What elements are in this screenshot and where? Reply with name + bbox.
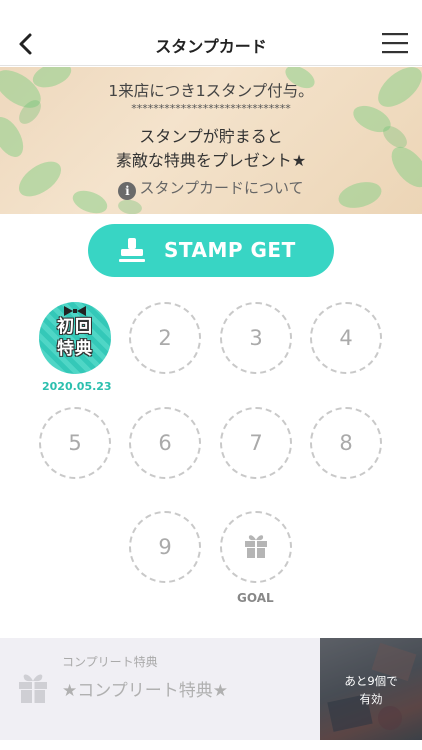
stamp-slot-goal — [220, 511, 292, 583]
first-bonus-line2: 特典 — [57, 339, 93, 359]
stamp-slot: 6 — [129, 407, 201, 479]
stamp-date: 2020.05.23 — [42, 380, 112, 393]
about-stamp-card-link[interactable]: i スタンプカードについて — [0, 177, 422, 200]
status-bar — [0, 0, 422, 22]
complete-reward-title: ★コンプリート特典★ — [62, 681, 228, 701]
complete-reward-panel[interactable]: コンプリート特典 ★コンプリート特典★ あと9個で 有効 — [0, 638, 422, 740]
stamp-slot-first-bonus: 初回 特典 — [39, 302, 111, 374]
info-icon: i — [118, 182, 137, 200]
bow-icon — [64, 306, 86, 316]
first-bonus-line1: 初回 — [57, 317, 93, 337]
navigation-bar: スタンプカード — [0, 22, 422, 66]
stamp-slot: 3 — [220, 302, 292, 374]
remaining-count-line1: あと9個で — [344, 674, 398, 688]
hamburger-menu-icon[interactable] — [382, 32, 408, 54]
stamp-slot: 7 — [220, 407, 292, 479]
stamp-slot: 4 — [310, 302, 382, 374]
stamp-slot: 2 — [129, 302, 201, 374]
stamp-get-button[interactable]: STAMP GET — [88, 224, 334, 277]
banner-divider: ***************************** — [131, 102, 291, 115]
banner-message-line1: スタンプが貯まると — [139, 127, 283, 146]
gift-icon — [19, 674, 47, 703]
complete-reward-subtitle: コンプリート特典 — [62, 655, 158, 669]
stamp-slot: 9 — [129, 511, 201, 583]
banner-rule-text: 1来店につき1スタンプ付与。 — [108, 82, 314, 100]
info-banner: 1来店につき1スタンプ付与。 *************************… — [0, 67, 422, 214]
remaining-count-badge: あと9個で 有効 — [320, 672, 422, 708]
stamp-get-label: STAMP GET — [164, 238, 296, 262]
about-stamp-card-label: スタンプカードについて — [139, 179, 304, 197]
remaining-count-line2: 有効 — [359, 692, 383, 706]
page-title: スタンプカード — [155, 37, 267, 56]
reward-image: あと9個で 有効 — [320, 638, 422, 740]
gift-icon — [245, 535, 267, 558]
stamp-slot: 8 — [310, 407, 382, 479]
stamp-slot: 5 — [39, 407, 111, 479]
banner-message-line2: 素敵な特典をプレゼント★ — [115, 151, 307, 170]
goal-label: GOAL — [237, 591, 274, 605]
stamp-icon — [119, 238, 145, 262]
